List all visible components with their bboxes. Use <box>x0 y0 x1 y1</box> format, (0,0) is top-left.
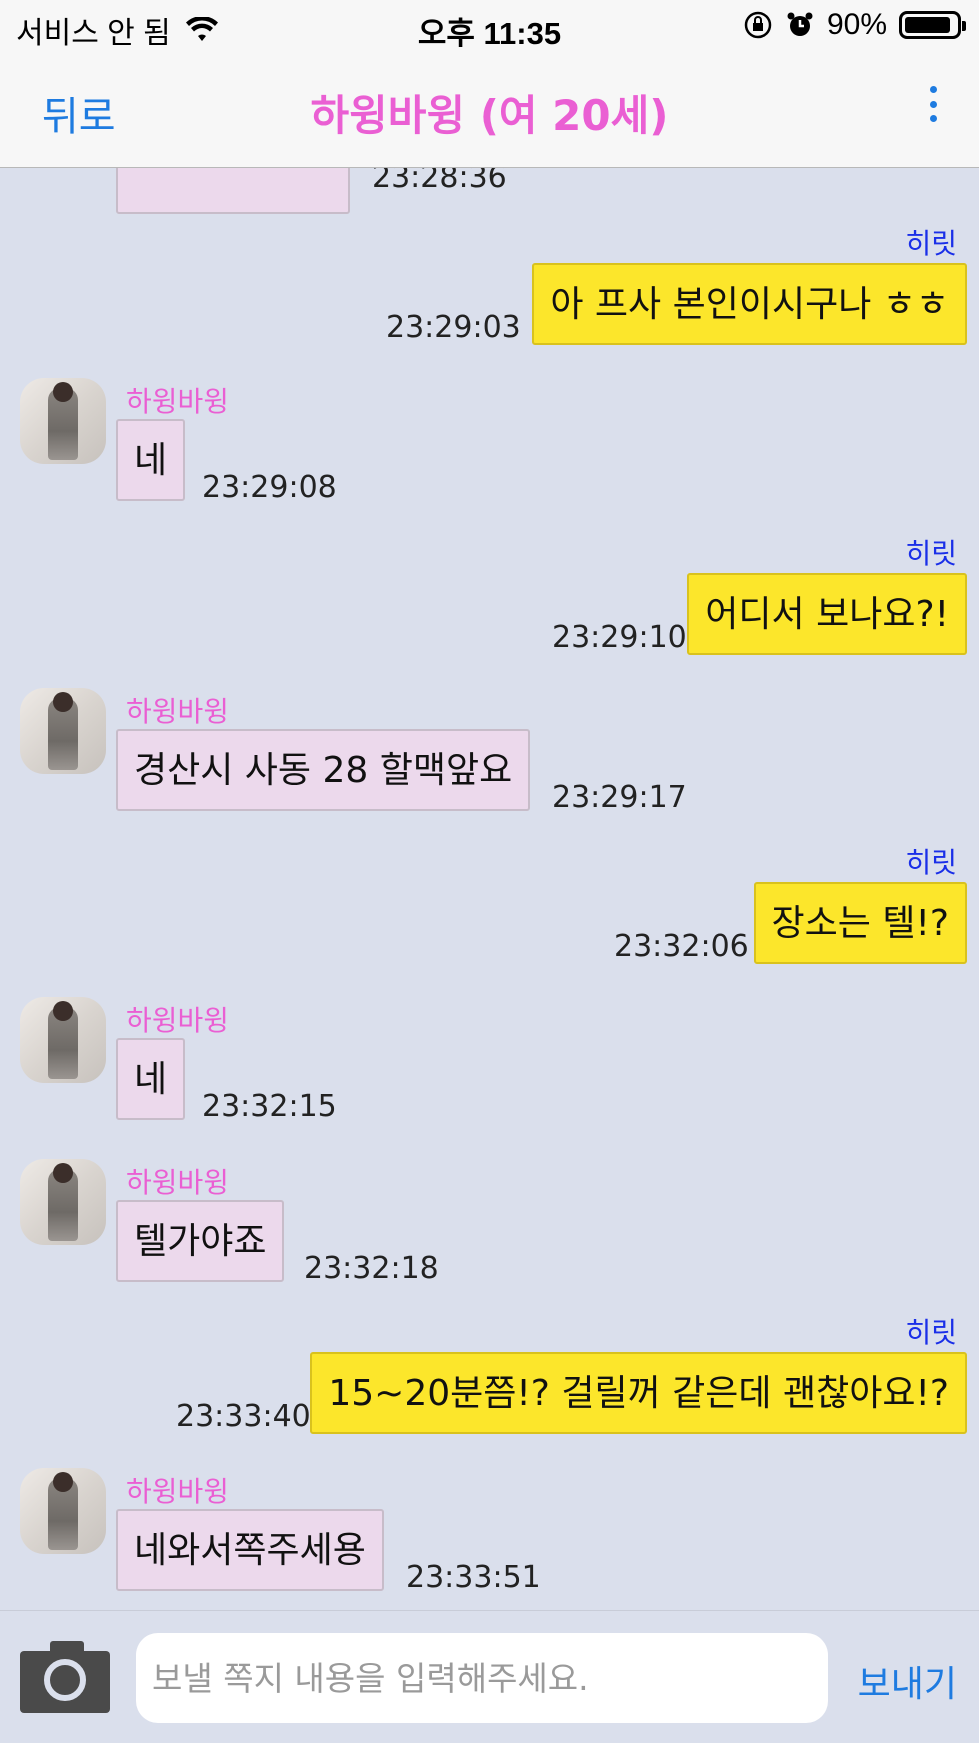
sender-name: 히릿 <box>905 1316 957 1349</box>
message-input[interactable] <box>136 1633 828 1723</box>
message-text: 경산시 사동 28 할맥앞요 <box>116 729 531 811</box>
message-outgoing[interactable]: 어디서 보나요?! <box>687 573 967 655</box>
message-time: 23:29:10 <box>552 620 687 655</box>
sender-name: 히릿 <box>905 846 957 879</box>
sender-name: 하윙바윙 <box>126 695 230 728</box>
message-incoming[interactable]: 네 <box>116 1038 186 1120</box>
nav-bar: 뒤로 하윙바윙 (여 20세) <box>0 54 979 168</box>
message-incoming[interactable]: 텔가야죠 <box>116 1200 285 1282</box>
alarm-icon <box>787 12 813 36</box>
battery-icon <box>899 11 966 39</box>
message-time: 23:33:40 <box>176 1399 311 1434</box>
message-incoming[interactable]: 네와서쪽주세용 <box>116 1509 384 1591</box>
message-text: 텔가야죠 <box>116 1200 285 1282</box>
message-outgoing[interactable]: 장소는 텔!? <box>753 882 967 964</box>
avatar[interactable] <box>20 1159 106 1245</box>
avatar[interactable] <box>20 378 106 464</box>
message-time: 23:32:18 <box>304 1251 439 1286</box>
battery-fill <box>905 17 950 33</box>
message-text: 네 <box>116 419 186 501</box>
sender-name: 하윙바윙 <box>126 1166 230 1199</box>
avatar[interactable] <box>20 688 106 774</box>
message-partial <box>116 168 350 218</box>
message-text: 장소는 텔!? <box>753 882 967 964</box>
message-incoming[interactable]: 네 <box>116 419 186 501</box>
input-bar: 보내기 <box>0 1610 979 1743</box>
status-bar: 서비스 안 됨 오후 11:35 90% <box>0 0 979 54</box>
sender-name: 하윙바윙 <box>126 1475 230 1508</box>
rotation-lock-icon <box>744 11 772 39</box>
message-text: 어디서 보나요?! <box>687 573 967 655</box>
message-text: 네 <box>116 1038 186 1120</box>
message-time: 23:32:06 <box>614 929 749 964</box>
message-text: 15~20분쯤!? 걸릴꺼 같은데 괜찮아요!? <box>310 1352 967 1434</box>
message-time: 23:29:08 <box>202 470 337 505</box>
message-time: 23:32:15 <box>202 1089 337 1124</box>
camera-icon[interactable] <box>20 1639 110 1713</box>
sender-name: 히릿 <box>905 537 957 570</box>
message-incoming[interactable]: 경산시 사동 28 할맥앞요 <box>116 729 531 811</box>
avatar[interactable] <box>20 1468 106 1554</box>
avatar[interactable] <box>20 997 106 1083</box>
message-text: 네와서쪽주세용 <box>116 1509 384 1591</box>
message-text: 아 프사 본인이시구나 ㅎㅎ <box>532 263 967 345</box>
more-menu-icon[interactable] <box>927 86 939 122</box>
sender-name: 하윙바윙 <box>126 1004 230 1037</box>
send-button[interactable]: 보내기 <box>858 1655 957 1707</box>
message-time: 23:33:51 <box>406 1560 541 1595</box>
battery-percent: 90% <box>826 8 887 41</box>
page-title: 하윙바윙 (여 20세) <box>310 91 669 140</box>
message-time: 23:29:17 <box>552 780 687 815</box>
message-outgoing[interactable]: 15~20분쯤!? 걸릴꺼 같은데 괜찮아요!? <box>310 1352 967 1434</box>
message-time: 23:29:03 <box>386 310 521 345</box>
chat-area[interactable]: 23:28:36 히릿 아 프사 본인이시구나 ㅎㅎ 23:29:03 하윙바윙… <box>0 168 979 1610</box>
sender-name: 하윙바윙 <box>126 385 230 418</box>
sender-name: 히릿 <box>905 227 957 260</box>
message-time: 23:28:36 <box>372 168 507 195</box>
message-outgoing[interactable]: 아 프사 본인이시구나 ㅎㅎ <box>532 263 967 345</box>
